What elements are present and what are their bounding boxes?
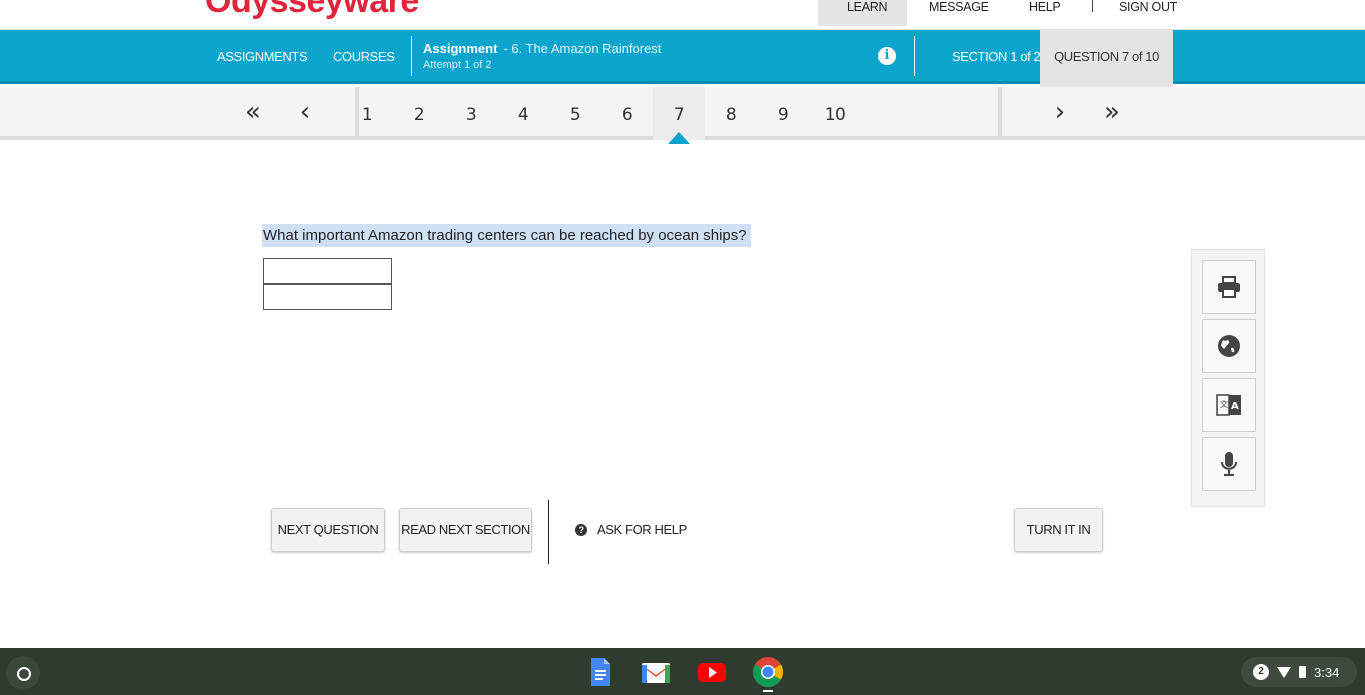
previous-question-icon[interactable]: ‹ bbox=[293, 99, 317, 125]
globe-icon bbox=[1218, 335, 1240, 357]
wifi-icon bbox=[1277, 666, 1291, 678]
divider bbox=[411, 36, 412, 76]
notification-badge: 2 bbox=[1253, 664, 1269, 680]
microphone-icon bbox=[1221, 452, 1237, 476]
last-question-icon[interactable]: » bbox=[1100, 99, 1124, 125]
globe-button[interactable] bbox=[1202, 319, 1256, 373]
answer-input-1[interactable] bbox=[263, 258, 392, 284]
nav-message[interactable]: MESSAGE bbox=[929, 0, 989, 14]
question-indicator: QUESTION 7 of 10 bbox=[1040, 30, 1173, 87]
google-docs-icon[interactable] bbox=[584, 656, 616, 688]
nav-help[interactable]: HELP bbox=[1029, 0, 1061, 14]
next-question-button[interactable]: NEXT QUESTION bbox=[271, 508, 385, 552]
question-number-2[interactable]: 2 bbox=[393, 87, 445, 140]
question-number-6[interactable]: 6 bbox=[601, 87, 653, 140]
nav-sign-out[interactable]: SIGN OUT bbox=[1119, 0, 1177, 14]
question-number-8[interactable]: 8 bbox=[705, 87, 757, 140]
tools-panel: 文A bbox=[1191, 249, 1265, 507]
print-button[interactable] bbox=[1202, 260, 1256, 314]
attempt-count: Attempt 1 of 2 bbox=[423, 59, 492, 71]
system-tray[interactable]: 2 3:34 bbox=[1241, 657, 1357, 687]
ask-for-help-button[interactable]: ? ASK FOR HELP bbox=[575, 522, 687, 537]
translate-icon: 文A bbox=[1216, 394, 1241, 416]
logo: Odysseyware bbox=[205, 0, 419, 20]
question-number-5[interactable]: 5 bbox=[549, 87, 601, 140]
question-circle-icon: ? bbox=[575, 523, 587, 536]
battery-icon bbox=[1299, 666, 1306, 678]
youtube-icon[interactable] bbox=[696, 656, 728, 688]
active-question-caret-icon bbox=[668, 132, 690, 144]
question-number-4[interactable]: 4 bbox=[497, 87, 549, 140]
svg-text:文: 文 bbox=[1220, 399, 1228, 409]
info-icon[interactable]: i bbox=[878, 47, 896, 65]
question-number-10[interactable]: 10 bbox=[809, 87, 861, 140]
divider bbox=[1092, 0, 1093, 12]
courses-link[interactable]: COURSES bbox=[333, 30, 395, 84]
question-number-1[interactable]: 1 bbox=[341, 87, 393, 140]
assignment-label: Assignment bbox=[423, 41, 498, 56]
print-icon bbox=[1218, 276, 1240, 298]
clock-time: 3:34 bbox=[1314, 664, 1340, 680]
os-taskbar: 2 3:34 bbox=[0, 648, 1365, 695]
question-number-3[interactable]: 3 bbox=[445, 87, 497, 140]
section-indicator: SECTION 1 of 2 bbox=[952, 49, 1041, 64]
question-number-9[interactable]: 9 bbox=[757, 87, 809, 140]
assignment-name: - 6. The Amazon Rainforest bbox=[503, 41, 662, 56]
divider bbox=[914, 36, 915, 76]
divider bbox=[998, 87, 1002, 140]
ask-for-help-label: ASK FOR HELP bbox=[597, 522, 687, 537]
active-app-indicator bbox=[763, 690, 773, 692]
assignment-title: Assignment - 6. The Amazon Rainforest bbox=[423, 41, 661, 56]
launcher-icon[interactable] bbox=[6, 656, 40, 690]
turn-it-in-button[interactable]: TURN IT IN bbox=[1014, 508, 1103, 552]
gmail-icon[interactable] bbox=[640, 656, 672, 688]
divider bbox=[548, 500, 549, 564]
translate-button[interactable]: 文A bbox=[1202, 378, 1256, 432]
svg-text:A: A bbox=[1231, 401, 1239, 412]
answer-input-2[interactable] bbox=[263, 284, 392, 310]
question-text: What important Amazon trading centers ca… bbox=[262, 224, 751, 247]
top-header: Odysseyware LEARN MESSAGE HELP SIGN OUT bbox=[0, 0, 1365, 30]
assignments-link[interactable]: ASSIGNMENTS bbox=[217, 30, 308, 84]
nav-learn[interactable]: LEARN bbox=[847, 0, 887, 14]
chrome-icon[interactable] bbox=[752, 656, 784, 688]
next-question-icon[interactable]: › bbox=[1048, 99, 1072, 125]
first-question-icon[interactable]: « bbox=[241, 99, 265, 125]
microphone-button[interactable] bbox=[1202, 437, 1256, 491]
read-next-section-button[interactable]: READ NEXT SECTION bbox=[399, 508, 532, 552]
